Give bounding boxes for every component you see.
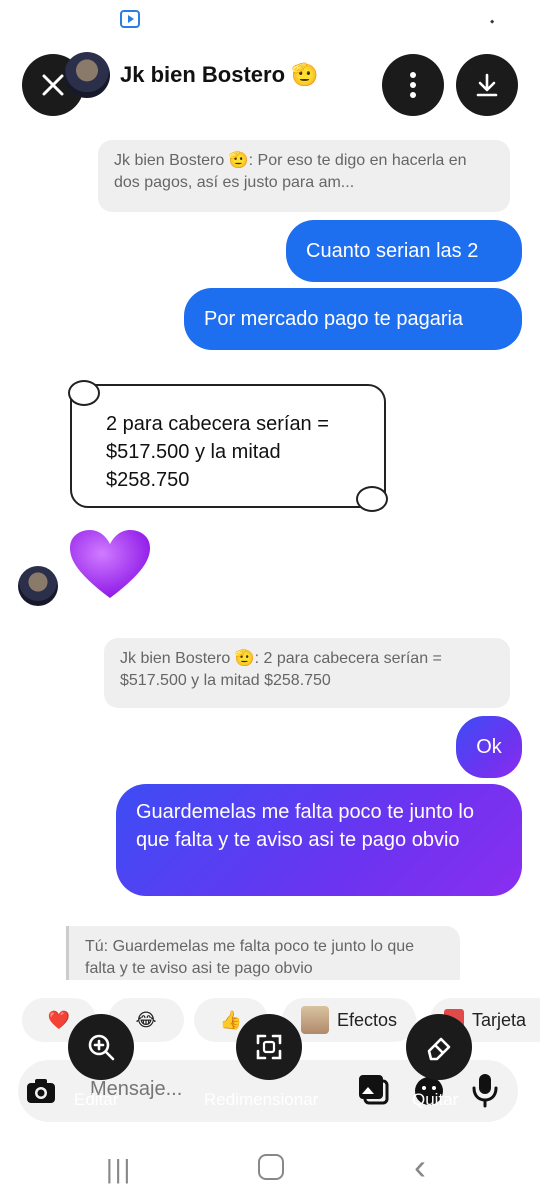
edit-tool-button[interactable] [68,1014,134,1080]
card-label: Tarjeta [471,1009,526,1030]
received-message-line: $517.500 y la mitad [106,441,281,463]
edit-tool-label: Editar [74,1090,119,1109]
received-message-scroll[interactable]: 2 para cabecera serían = $517.500 y la m… [68,380,388,512]
download-button[interactable] [456,54,518,116]
remove-tool-button[interactable] [406,1014,472,1080]
camera-icon [27,1079,55,1103]
more-vertical-icon [410,72,416,98]
received-message-line: 2 para cabecera serían = [106,413,329,435]
contact-avatar[interactable] [64,52,110,98]
purple-heart-emoji[interactable] [68,528,152,600]
eraser-icon [427,1037,451,1061]
sent-message[interactable]: Cuanto serian las 2 [286,220,522,282]
gallery-icon [359,1075,389,1105]
reply-quote: Tú: Guardemelas me falta poco te junto l… [66,926,460,980]
reply-quote: Jk bien Bostero 🫡: 2 para cabecera sería… [104,638,510,708]
home-nav-button[interactable] [258,1154,284,1180]
microphone-icon [472,1074,498,1108]
recents-nav-button[interactable]: ||| [106,1154,132,1185]
gallery-button[interactable] [356,1072,390,1106]
zoom-in-icon [88,1034,115,1061]
received-message-line: $258.750 [106,469,190,491]
signal-icon: ⬩ [490,14,495,28]
close-icon [42,74,64,96]
heart-emoji: ❤️ [47,1009,71,1030]
microphone-button[interactable] [470,1072,500,1108]
download-icon [476,73,498,97]
effects-thumbnail-icon [300,1006,329,1034]
back-nav-button[interactable]: ‹ [414,1146,426,1188]
sent-message[interactable]: Guardemelas me falta poco te junto lo qu… [116,784,522,896]
more-options-button[interactable] [382,54,444,116]
camera-button[interactable] [24,1074,58,1108]
reply-quote: Jk bien Bostero 🫡: Por eso te digo en ha… [98,140,510,212]
laugh-emoji: 😂 [135,1009,157,1030]
thumbs-up-emoji: 👍 [219,1009,243,1030]
effects-chip[interactable]: Efectos [282,998,416,1042]
contact-name-text: Jk bien Bostero [120,62,286,87]
resize-tool-label: Redimensionar [204,1090,319,1109]
resize-icon [256,1034,282,1060]
reply-quote-container: Tú: Guardemelas me falta poco te junto l… [66,926,460,980]
contact-emoji: 🫡 [291,62,319,87]
sent-message[interactable]: Ok [456,716,522,778]
media-status-icon [120,10,140,28]
remove-tool-label: Quitar [412,1090,459,1109]
resize-tool-button[interactable] [236,1014,302,1080]
sender-avatar[interactable] [18,566,58,606]
sent-message[interactable]: Por mercado pago te pagaria [184,288,522,350]
effects-label: Efectos [336,1009,398,1030]
contact-name[interactable]: Jk bien Bostero 🫡 [120,62,319,88]
